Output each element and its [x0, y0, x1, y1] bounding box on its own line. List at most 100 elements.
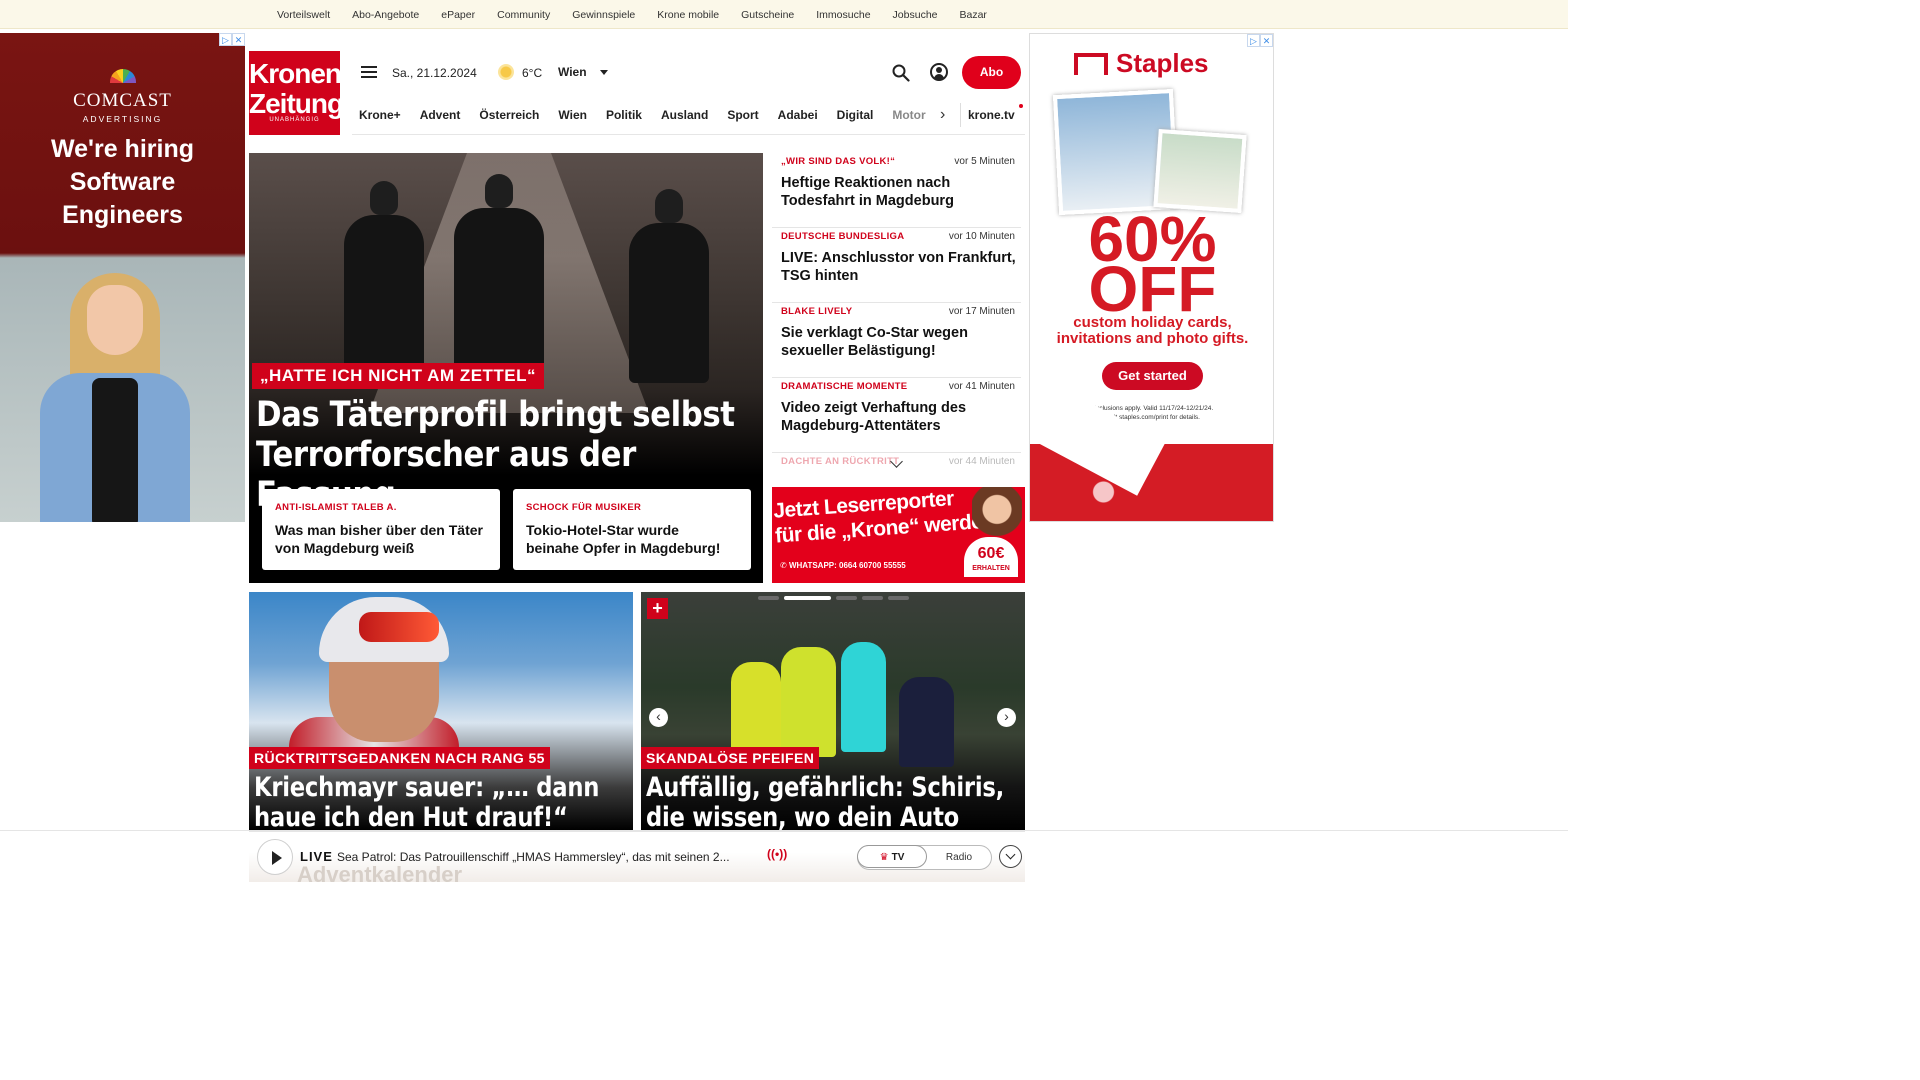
nav-item-adabei[interactable]: Adabei — [778, 108, 818, 122]
close-ad-icon[interactable]: ✕ — [232, 33, 245, 46]
expand-player-button[interactable] — [999, 845, 1022, 868]
offer-description-1: custom holiday cards, — [1073, 314, 1232, 331]
ticker-title-line-1: Video zeigt Verhaftung des — [781, 400, 967, 416]
carousel-dot[interactable] — [888, 596, 909, 600]
ad-left-person-image — [40, 273, 190, 522]
chevron-down-icon[interactable] — [600, 70, 608, 75]
leserreporter-banner[interactable]: Jetzt Leserreporter für die „Krone“ werd… — [772, 487, 1025, 583]
card-image — [899, 677, 954, 767]
ticker-item[interactable]: DRAMATISCHE MOMENTE vor 41 Minuten Video… — [772, 378, 1021, 453]
utility-link-jobsuche[interactable]: Jobsuche — [893, 9, 938, 21]
ticker-kicker: „WIR SIND DAS VOLK!“ — [781, 156, 896, 167]
subcard-title-line-1: Was man bisher über den Täter — [275, 522, 483, 538]
main-nav: Krone+ Advent Österreich Wien Politik Au… — [352, 97, 1025, 135]
tv-option[interactable]: ♛ TV — [857, 845, 927, 868]
nav-item-oesterreich[interactable]: Österreich — [479, 108, 539, 122]
utility-link-krone-mobile[interactable]: Krone mobile — [657, 9, 719, 21]
nav-item-ausland[interactable]: Ausland — [661, 108, 708, 122]
hero-subcard[interactable]: ANTI-ISLAMIST TALEB A. Was man bisher üb… — [262, 489, 500, 570]
ad-left-comcast[interactable]: ▷ ✕ COMCAST ADVERTISING We're hiring Sof… — [0, 33, 245, 522]
logo-line-2: Zeitung — [249, 88, 344, 119]
hero-article[interactable]: „HATTE ICH NICHT AM ZETTEL“ Das Täterpro… — [249, 153, 763, 583]
comcast-sub: ADVERTISING — [82, 114, 163, 124]
card-title-line-2: haue ich den Hut drauf!“ — [254, 802, 568, 831]
get-started-button[interactable]: Get started — [1102, 362, 1203, 390]
carousel-dot[interactable] — [758, 596, 779, 600]
ad-choices[interactable]: ▷ ✕ — [219, 33, 245, 46]
hero-kicker: „HATTE ICH NICHT AM ZETTEL“ — [252, 363, 545, 389]
carousel-dot[interactable] — [862, 596, 883, 600]
utility-link-bazar[interactable]: Bazar — [960, 9, 987, 21]
utility-links: Vorteilswelt Abo-Angebote ePaper Communi… — [266, 0, 998, 29]
utility-link-gewinnspiele[interactable]: Gewinnspiele — [572, 9, 635, 21]
radio-option[interactable]: Radio — [927, 846, 991, 869]
nav-item-krone-tv[interactable]: krone.tv — [968, 108, 1015, 122]
reward-label: ERHALTEN — [972, 565, 1010, 572]
menu-icon[interactable] — [361, 66, 377, 79]
gift-ribbon-image — [1030, 444, 1273, 521]
ad-right-staples[interactable]: ▷ ✕ Staples 60% OFF custom holiday cards… — [1029, 33, 1274, 522]
nav-item-krone-plus[interactable]: Krone+ — [359, 108, 401, 122]
now-playing-text[interactable]: Sea Patrol: Das Patrouillenschiff „HMAS … — [337, 850, 761, 864]
live-indicator-dot — [1019, 104, 1023, 108]
play-button[interactable] — [257, 839, 293, 875]
nav-item-wien[interactable]: Wien — [558, 108, 587, 122]
search-icon[interactable] — [892, 64, 910, 82]
utility-link-community[interactable]: Community — [497, 9, 550, 21]
abo-button[interactable]: Abo — [962, 56, 1021, 89]
city-select[interactable]: Wien — [558, 65, 587, 79]
subcard-title: Tokio-Hotel-Star wurde beinahe Opfer in … — [526, 521, 738, 557]
adchoices-icon[interactable]: ▷ — [1247, 34, 1260, 47]
ad-choices-right[interactable]: ▷ ✕ — [1247, 34, 1273, 47]
utility-link-epaper[interactable]: ePaper — [441, 9, 475, 21]
carousel-prev-button[interactable]: ‹ — [649, 708, 668, 727]
tv-radio-toggle[interactable]: ♛ TV Radio — [857, 845, 992, 870]
utility-link-vorteilswelt[interactable]: Vorteilswelt — [277, 9, 330, 21]
adchoices-icon[interactable]: ▷ — [219, 33, 232, 46]
ticker-kicker: DRAMATISCHE MOMENTE — [781, 381, 908, 392]
nav-item-politik[interactable]: Politik — [606, 108, 642, 122]
article-card-carousel[interactable]: + ‹ › SKANDALÖSE PFEIFEN Auffällig, gefä… — [641, 592, 1025, 830]
subcard-kicker: SCHOCK FÜR MUSIKER — [526, 502, 642, 513]
ticker-item[interactable]: DEUTSCHE BUNDESLIGA vor 10 Minuten LIVE:… — [772, 228, 1021, 303]
nav-item-digital[interactable]: Digital — [837, 108, 874, 122]
kronen-zeitung-logo[interactable]: Kronen Zeitung UNABHÄNGIG — [249, 51, 344, 135]
ticker-item[interactable]: BLAKE LIVELY vor 17 Minuten Sie verklagt… — [772, 303, 1021, 378]
current-date: Sa., 21.12.2024 — [392, 66, 477, 80]
ticker-title: LIVE: Anschlusstor von Frankfurt, TSG hin… — [781, 249, 1017, 285]
utility-bar: Vorteilswelt Abo-Angebote ePaper Communi… — [0, 0, 1568, 29]
ad-left-headline-3: Engineers — [62, 201, 183, 229]
card-image — [359, 612, 439, 642]
comcast-name: COMCAST — [73, 90, 172, 111]
account-icon[interactable] — [930, 63, 948, 81]
nav-item-advent[interactable]: Advent — [420, 108, 461, 122]
staples-logo: Staples — [1074, 48, 1209, 79]
card-title: Kriechmayr sauer: „… dann haue ich den H… — [254, 773, 632, 831]
whatsapp-icon: ✆ — [780, 561, 789, 570]
carousel-dot[interactable] — [836, 596, 857, 600]
card-kicker: RÜCKTRITTSGEDANKEN NACH RANG 55 — [249, 747, 550, 769]
article-card[interactable]: RÜCKTRITTSGEDANKEN NACH RANG 55 Kriechma… — [249, 592, 633, 830]
whatsapp-number: ✆ WHATSAPP: 0664 60700 55555 — [780, 561, 906, 570]
carousel-dot-active[interactable] — [784, 596, 831, 600]
nav-item-sport[interactable]: Sport — [727, 108, 758, 122]
hero-image-figure — [454, 174, 544, 378]
utility-link-abo-angebote[interactable]: Abo-Angebote — [352, 9, 419, 21]
reward-badge: 60€ ERHALTEN — [964, 537, 1018, 577]
tv-option-label: TV — [891, 852, 905, 863]
hero-subcard[interactable]: SCHOCK FÜR MUSIKER Tokio-Hotel-Star wurd… — [513, 489, 751, 570]
temperature: 6°C — [522, 66, 543, 80]
close-ad-icon[interactable]: ✕ — [1260, 34, 1273, 47]
utility-link-immosuche[interactable]: Immosuche — [816, 9, 870, 21]
ticker-item[interactable]: „WIR SIND DAS VOLK!“ vor 5 Minuten Hefti… — [772, 153, 1021, 228]
subcard-title-line-1: Tokio-Hotel-Star wurde — [526, 522, 679, 538]
utility-link-gutscheine[interactable]: Gutscheine — [741, 9, 794, 21]
nav-item-motor[interactable]: Motor — [892, 108, 925, 122]
ticker-time: vor 41 Minuten — [948, 381, 1015, 392]
carousel-next-button[interactable]: › — [997, 708, 1016, 727]
promo-person-image — [972, 487, 1022, 543]
chevron-right-icon[interactable]: › — [940, 107, 945, 123]
ticker-title-line-1: Heftige Reaktionen nach — [781, 175, 951, 191]
ticker-title-line-1: Sie verklagt Co-Star wegen — [781, 325, 968, 341]
ticker-time: vor 10 Minuten — [948, 231, 1015, 242]
